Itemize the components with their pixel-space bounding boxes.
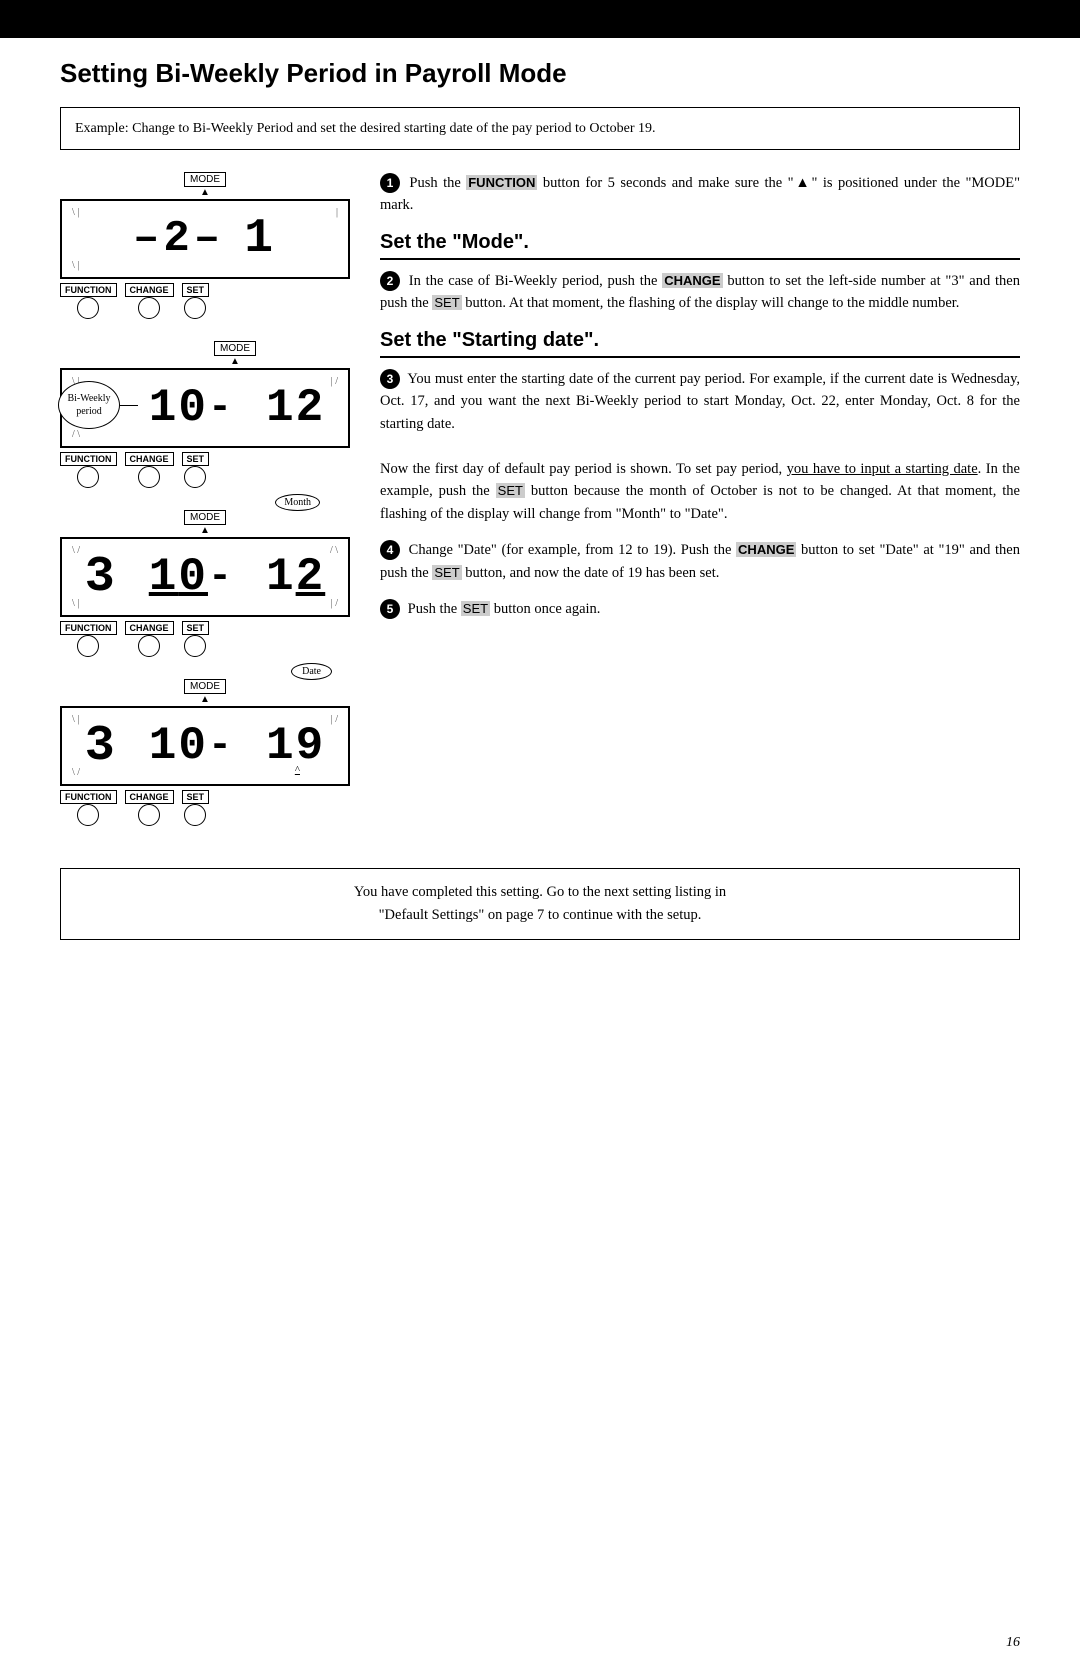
mode-label-2: MODE: [214, 341, 256, 356]
change-button-1[interactable]: [138, 297, 160, 319]
function-button-1[interactable]: [77, 297, 99, 319]
mode-arrow-1: ▲: [200, 187, 210, 198]
change-highlight-4: CHANGE: [736, 542, 796, 557]
function-highlight-1: FUNCTION: [466, 175, 537, 190]
set-button-3[interactable]: [184, 635, 206, 657]
bottom-box: You have completed this setting. Go to t…: [60, 868, 1020, 940]
mode-label-1: MODE: [184, 172, 226, 187]
function-button-2[interactable]: [77, 466, 99, 488]
set-button-2[interactable]: [184, 466, 206, 488]
change-button-3[interactable]: [138, 635, 160, 657]
set-highlight-2: SET: [432, 295, 461, 310]
display-digits-4: 3 10- 19: [85, 718, 325, 775]
diagram-4: Date MODE ▲ \ | | / 3 10- 19 ^ \ / F: [60, 679, 350, 826]
function-button-4[interactable]: [77, 804, 99, 826]
set-highlight-5: SET: [461, 601, 490, 616]
diagram-2: Bi-Weeklyperiod MODE ▲ \ | | / 3 10- 12 …: [60, 341, 350, 488]
step-5: 5 Push the SET button once again.: [380, 598, 1020, 620]
instructions-column: 1 Push the FUNCTION button for 5 seconds…: [380, 172, 1020, 848]
button-row-1: FUNCTION CHANGE SET: [60, 283, 350, 319]
page-title: Setting Bi-Weekly Period in Payroll Mode: [60, 58, 1020, 89]
mode-label-3: MODE: [184, 510, 226, 525]
set-highlight-3: SET: [496, 483, 525, 498]
date-callout: Date: [291, 663, 332, 680]
set-button-1[interactable]: [184, 297, 206, 319]
set-button-4[interactable]: [184, 804, 206, 826]
step-2: 2 In the case of Bi-Weekly period, push …: [380, 270, 1020, 315]
example-box: Example: Change to Bi-Weekly Period and …: [60, 107, 1020, 150]
mode-arrow-2: ▲: [230, 356, 240, 367]
diagram-3: Month MODE ▲ \ / / \ 3 10- 12 \ | | / FU…: [60, 510, 350, 657]
display-screen-4: \ | | / 3 10- 19 ^ \ /: [60, 706, 350, 786]
diagrams-column: MODE ▲ \ | | –2– 1 \ | FUNCTION: [60, 172, 350, 848]
set-mode-heading: Set the "Mode".: [380, 231, 1020, 260]
button-row-4: FUNCTION CHANGE SET: [60, 790, 350, 826]
diagram-1: MODE ▲ \ | | –2– 1 \ | FUNCTION: [60, 172, 350, 319]
set-highlight-4: SET: [432, 565, 461, 580]
page-number: 16: [1006, 1635, 1020, 1651]
biweekly-callout: Bi-Weeklyperiod: [58, 381, 120, 429]
function-button-3[interactable]: [77, 635, 99, 657]
change-button-2[interactable]: [138, 466, 160, 488]
button-row-3: FUNCTION CHANGE SET: [60, 621, 350, 657]
display-digits-2: 3 10- 12: [85, 380, 325, 437]
top-bar: [0, 0, 1080, 38]
change-highlight-2: CHANGE: [662, 273, 722, 288]
mode-arrow-4: ▲: [200, 694, 210, 705]
step-4: 4 Change "Date" (for example, from 12 to…: [380, 539, 1020, 584]
set-starting-date-heading: Set the "Starting date".: [380, 329, 1020, 358]
button-row-2: FUNCTION CHANGE SET: [60, 452, 350, 488]
step-3: 3 You must enter the starting date of th…: [380, 368, 1020, 525]
display-digits-1: –2– 1: [133, 212, 277, 266]
mode-arrow-3: ▲: [200, 525, 210, 536]
display-digits-3: 3 10- 12: [85, 549, 325, 606]
display-screen-3: \ / / \ 3 10- 12 \ | | /: [60, 537, 350, 617]
mode-label-4: MODE: [184, 679, 226, 694]
display-screen-1: \ | | –2– 1 \ |: [60, 199, 350, 279]
change-button-4[interactable]: [138, 804, 160, 826]
month-callout: Month: [275, 494, 320, 511]
step-1: 1 Push the FUNCTION button for 5 seconds…: [380, 172, 1020, 217]
